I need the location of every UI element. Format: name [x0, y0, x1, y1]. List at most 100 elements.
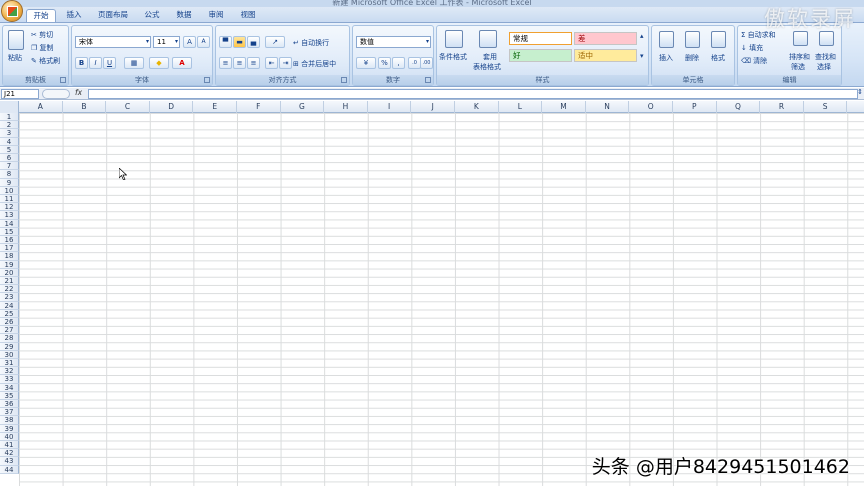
row-header[interactable]: 15 [0, 227, 19, 236]
row-header[interactable]: 38 [0, 416, 19, 425]
number-launcher-icon[interactable] [425, 77, 431, 83]
fill-button[interactable]: ↓ 填充 [741, 43, 763, 53]
tab-view[interactable]: 视图 [234, 9, 262, 22]
row-header[interactable]: 21 [0, 277, 19, 286]
style-neutral[interactable]: 适中 [574, 49, 637, 62]
table-format-icon[interactable] [479, 30, 497, 48]
tab-insert[interactable]: 插入 [60, 9, 88, 22]
column-header[interactable]: F [237, 101, 281, 113]
row-header[interactable]: 41 [0, 441, 19, 450]
table-format-label-2[interactable]: 表格格式 [473, 62, 501, 72]
delete-cells-icon[interactable] [685, 31, 700, 48]
percent-button[interactable]: % [378, 57, 391, 69]
paste-icon[interactable] [8, 30, 24, 50]
tab-formulas[interactable]: 公式 [138, 9, 166, 22]
row-header[interactable]: 16 [0, 236, 19, 245]
tab-review[interactable]: 审阅 [202, 9, 230, 22]
fx-icon[interactable]: fx [75, 88, 82, 97]
row-header[interactable]: 27 [0, 326, 19, 335]
column-header[interactable]: K [455, 101, 499, 113]
decrease-decimal-icon[interactable]: .00 [420, 57, 433, 69]
style-good[interactable]: 好 [509, 49, 572, 62]
orientation-icon[interactable]: ↗ [265, 36, 285, 48]
column-header[interactable]: E [193, 101, 237, 113]
row-header[interactable]: 10 [0, 186, 19, 195]
row-header[interactable]: 39 [0, 424, 19, 433]
decrease-indent-icon[interactable]: ⇤ [265, 57, 278, 69]
row-header[interactable]: 31 [0, 359, 19, 368]
border-button[interactable]: ▦ [124, 57, 144, 69]
shrink-font-button[interactable]: A [197, 36, 210, 48]
delete-cells-button[interactable]: 删除 [685, 53, 699, 63]
align-left-icon[interactable]: ≡ [219, 57, 232, 69]
font-name-select[interactable]: 宋体 ▾ [75, 36, 151, 48]
find-select-label-1[interactable]: 查找和 [815, 52, 836, 62]
column-header[interactable]: S [804, 101, 848, 113]
copy-button[interactable]: ❐ 复制 [31, 43, 54, 53]
office-button[interactable] [1, 0, 23, 22]
alignment-launcher-icon[interactable] [341, 77, 347, 83]
row-header[interactable]: 37 [0, 408, 19, 417]
conditional-format-icon[interactable] [445, 30, 463, 48]
insert-cells-icon[interactable] [659, 31, 674, 48]
align-center-icon[interactable]: ≡ [233, 57, 246, 69]
format-cells-icon[interactable] [711, 31, 726, 48]
bold-button[interactable]: B [75, 57, 88, 69]
font-size-select[interactable]: 11 ▾ [153, 36, 180, 48]
select-all-corner[interactable] [0, 101, 19, 113]
insert-cells-button[interactable]: 插入 [659, 53, 673, 63]
row-header[interactable]: 32 [0, 367, 19, 376]
style-normal[interactable]: 常规 [509, 32, 572, 45]
row-header[interactable]: 5 [0, 145, 19, 154]
row-header[interactable]: 17 [0, 244, 19, 253]
column-header[interactable]: H [324, 101, 368, 113]
row-header[interactable]: 2 [0, 121, 19, 130]
row-header[interactable]: 4 [0, 137, 19, 146]
row-header[interactable]: 25 [0, 309, 19, 318]
row-header[interactable]: 34 [0, 383, 19, 392]
row-header[interactable]: 30 [0, 350, 19, 359]
find-select-label-2[interactable]: 选择 [817, 62, 831, 72]
row-header[interactable]: 11 [0, 195, 19, 204]
align-top-icon[interactable]: ▀ [219, 36, 232, 48]
styles-more-icon[interactable]: ▾ [640, 52, 644, 60]
fill-color-button[interactable]: ◆ [149, 57, 169, 69]
row-header[interactable]: 12 [0, 203, 19, 212]
row-header[interactable]: 33 [0, 375, 19, 384]
row-header[interactable]: 3 [0, 129, 19, 138]
column-header[interactable]: G [281, 101, 325, 113]
tab-page-layout[interactable]: 页面布局 [92, 9, 134, 22]
column-header[interactable]: M [542, 101, 586, 113]
column-header[interactable]: I [368, 101, 412, 113]
row-header[interactable]: 22 [0, 285, 19, 294]
row-header[interactable]: 23 [0, 293, 19, 302]
row-header[interactable]: 28 [0, 334, 19, 343]
currency-icon[interactable]: ¥ [356, 57, 376, 69]
styles-scroll-up-icon[interactable]: ▴ [640, 32, 644, 40]
find-select-icon[interactable] [819, 31, 834, 46]
italic-button[interactable]: I [89, 57, 102, 69]
row-header[interactable]: 1 [0, 113, 19, 122]
paste-button[interactable]: 粘贴 [8, 53, 22, 63]
column-header[interactable]: Q [717, 101, 761, 113]
row-header[interactable]: 40 [0, 432, 19, 441]
tab-data[interactable]: 数据 [170, 9, 198, 22]
row-header[interactable]: 9 [0, 178, 19, 187]
row-header[interactable]: 26 [0, 318, 19, 327]
row-header[interactable]: 14 [0, 219, 19, 228]
row-header[interactable]: 18 [0, 252, 19, 261]
align-bottom-icon[interactable]: ▄ [247, 36, 260, 48]
row-header[interactable]: 13 [0, 211, 19, 220]
column-header[interactable]: D [150, 101, 194, 113]
sort-filter-label-2[interactable]: 筛选 [791, 62, 805, 72]
sort-filter-icon[interactable] [793, 31, 808, 46]
font-launcher-icon[interactable] [204, 77, 210, 83]
cut-button[interactable]: ✂ 剪切 [31, 30, 53, 40]
formula-input[interactable] [88, 89, 858, 99]
merge-center-button[interactable]: ⊞ 合并后居中 [293, 59, 336, 69]
row-header[interactable]: 24 [0, 301, 19, 310]
clipboard-launcher-icon[interactable] [60, 77, 66, 83]
format-cells-button[interactable]: 格式 [711, 53, 725, 63]
column-header[interactable]: C [106, 101, 150, 113]
row-header[interactable]: 20 [0, 268, 19, 277]
